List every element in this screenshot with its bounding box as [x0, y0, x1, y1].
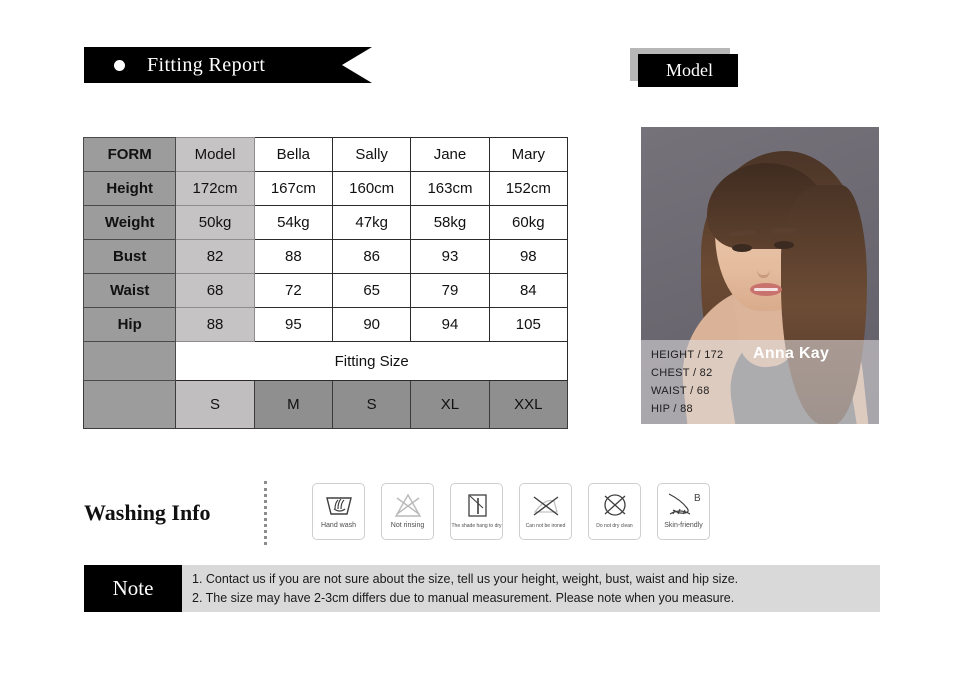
table-cell: 88: [175, 307, 255, 342]
not-rinsing-caption: Not rinsing: [390, 522, 425, 529]
skin-friendly-badge: B: [694, 493, 701, 504]
bullet-dot-icon: [114, 59, 125, 71]
table-row: Waist 68 72 65 79 84: [82, 273, 569, 308]
table-cell: 163cm: [410, 171, 490, 206]
table-cell: 72: [253, 273, 334, 308]
do-not-iron-glyph: [528, 488, 564, 522]
table-cell: 88: [253, 239, 334, 274]
skin-friendly-glyph: B: [664, 488, 704, 522]
size-cell: M: [253, 380, 334, 429]
model-eye-left: [732, 244, 752, 252]
note-text: 1. Contact us if you are not sure about …: [182, 565, 880, 612]
washing-icon-list: Hand wash Not rinsing The shade hang to …: [312, 483, 710, 540]
table-cell: 79: [410, 273, 490, 308]
not-rinsing-icon: Not rinsing: [381, 483, 434, 540]
model-name: Anna Kay: [753, 345, 830, 362]
hand-wash-glyph: [321, 488, 357, 522]
skin-friendly-icon: B Skin-friendly: [657, 483, 710, 540]
hand-wash-caption: Hand wash: [320, 522, 357, 529]
model-measurement-overlay: HEIGHT / 172 CHEST / 82 WAIST / 68 HIP /…: [641, 340, 879, 424]
row-label-waist: Waist: [82, 273, 177, 308]
table-cell: 82: [175, 239, 255, 274]
size-cell: XL: [410, 380, 490, 429]
table-cell: 105: [488, 307, 569, 342]
note-bar: Note 1. Contact us if you are not sure a…: [84, 565, 880, 612]
note-line-1: 1. Contact us if you are not sure about …: [192, 572, 739, 586]
note-line-2: 2. The size may have 2-3cm differs due t…: [192, 591, 735, 605]
model-hip: HIP / 88: [651, 403, 693, 415]
skin-friendly-caption: Skin-friendly: [664, 522, 703, 529]
table-cell: 47kg: [331, 205, 412, 240]
table-cell: 68: [175, 273, 255, 308]
table-cell: 86: [331, 239, 412, 274]
dotted-divider: [264, 481, 267, 545]
model-label: Model: [666, 60, 713, 80]
model-banner-box: Model: [638, 54, 738, 87]
table-cell-empty: [82, 380, 177, 429]
table-cell-empty: [82, 341, 177, 381]
table-cell: 93: [410, 239, 490, 274]
table-cell: 90: [331, 307, 412, 342]
size-table: FORM Model Bella Sally Jane Mary Height …: [82, 137, 569, 429]
table-row-sizes: S M S XL XXL: [82, 380, 569, 429]
model-photo: HEIGHT / 172 CHEST / 82 WAIST / 68 HIP /…: [641, 127, 879, 424]
row-label-hip: Hip: [82, 307, 177, 342]
size-cell-model: S: [175, 380, 255, 429]
table-cell-form: FORM: [82, 137, 177, 172]
table-cell: 84: [488, 273, 569, 308]
do-not-dry-clean-caption: Do not dry clean: [596, 523, 633, 529]
note-label: Note: [84, 565, 182, 612]
table-cell-jane: Jane: [410, 137, 490, 172]
not-rinsing-glyph: [390, 488, 426, 522]
table-cell: 95: [253, 307, 334, 342]
table-cell: 60kg: [488, 205, 569, 240]
table-cell: 152cm: [488, 171, 569, 206]
do-not-iron-caption: Can not be ironed: [525, 523, 566, 529]
table-row-fitting-size-title: Fitting Size: [82, 341, 568, 381]
model-chest: CHEST / 82: [651, 367, 713, 379]
table-cell-sally: Sally: [331, 137, 412, 172]
table-cell: 172cm: [175, 171, 255, 206]
model-waist: WAIST / 68: [651, 385, 710, 397]
table-cell: 160cm: [331, 171, 412, 206]
washing-info-title: Washing Info: [84, 500, 211, 525]
row-label-weight: Weight: [82, 205, 177, 240]
model-nose: [757, 255, 770, 278]
table-row: Bust 82 88 86 93 98: [82, 239, 569, 274]
table-cell-mary: Mary: [488, 137, 569, 172]
fitting-size-title: Fitting Size: [175, 341, 568, 381]
table-cell: 65: [331, 273, 412, 308]
table-cell: 50kg: [175, 205, 255, 240]
size-cell: XXL: [488, 380, 569, 429]
model-lips: [750, 283, 782, 296]
fitting-report-banner: Fitting Report: [84, 47, 372, 83]
do-not-dry-clean-icon: Do not dry clean: [588, 483, 641, 540]
size-cell: S: [331, 380, 412, 429]
table-cell-bella: Bella: [253, 137, 334, 172]
row-label-bust: Bust: [82, 239, 177, 274]
table-row: Height 172cm 167cm 160cm 163cm 152cm: [82, 171, 569, 206]
table-cell-model: Model: [175, 137, 255, 172]
table-cell: 58kg: [410, 205, 490, 240]
model-banner: Model: [630, 48, 740, 87]
shade-hang-dry-glyph: [459, 488, 495, 522]
do-not-dry-clean-glyph: [597, 488, 633, 522]
model-eye-right: [774, 241, 794, 249]
row-label-height: Height: [82, 171, 177, 206]
hand-wash-icon: Hand wash: [312, 483, 365, 540]
table-row: Hip 88 95 90 94 105: [82, 307, 569, 342]
table-row-header: FORM Model Bella Sally Jane Mary: [82, 137, 569, 172]
bullet-dot-icon: [647, 66, 656, 75]
fitting-report-label: Fitting Report: [147, 53, 266, 76]
shade-hang-dry-caption: The shade hang to dry: [451, 523, 502, 529]
table-cell: 98: [488, 239, 569, 274]
shade-hang-dry-icon: The shade hang to dry: [450, 483, 503, 540]
table-cell: 54kg: [253, 205, 334, 240]
table-cell: 94: [410, 307, 490, 342]
table-row: Weight 50kg 54kg 47kg 58kg 60kg: [82, 205, 569, 240]
table-cell: 167cm: [253, 171, 334, 206]
do-not-iron-icon: Can not be ironed: [519, 483, 572, 540]
ribbon-notch: [342, 47, 372, 83]
